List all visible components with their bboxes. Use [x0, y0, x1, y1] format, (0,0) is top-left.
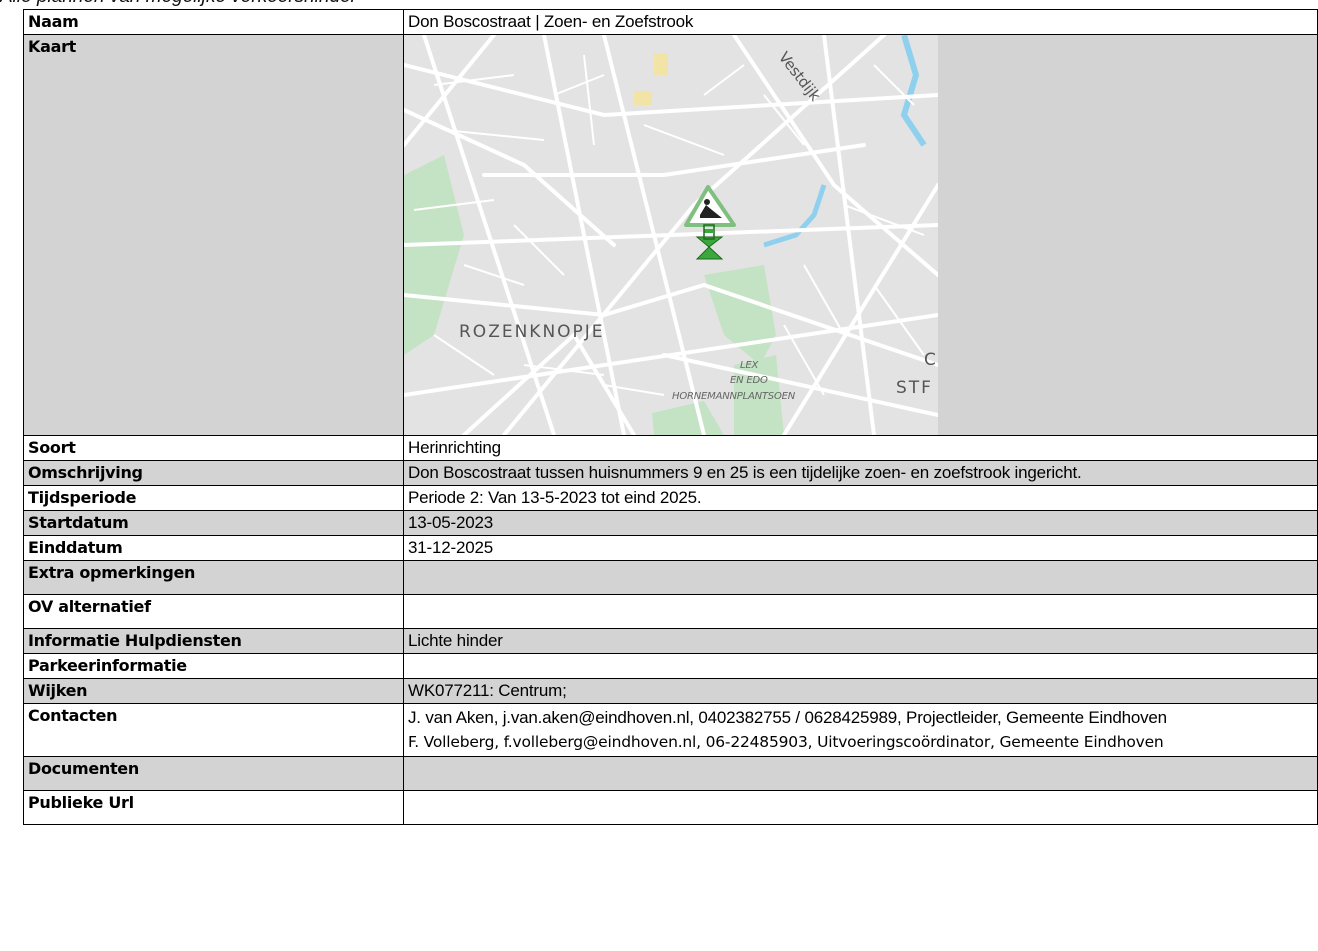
value-startdatum: 13-05-2023	[403, 510, 1318, 536]
value-documenten	[403, 756, 1318, 791]
value-omschrijving: Don Boscostraat tussen huisnummers 9 en …	[403, 460, 1318, 486]
value-publieke-url[interactable]	[403, 790, 1318, 825]
value-wijken: WK077211: Centrum;	[403, 678, 1318, 704]
value-naam: Don Boscostraat | Zoen- en Zoefstrook	[403, 9, 1318, 35]
value-ov-alternatief	[403, 594, 1318, 629]
row-wijken: Wijken WK077211: Centrum;	[23, 678, 1318, 704]
row-publieke-url: Publieke Url	[23, 790, 1318, 825]
label-ov-alternatief: OV alternatief	[23, 594, 404, 629]
label-naam: Naam	[23, 9, 404, 35]
row-omschrijving: Omschrijving Don Boscostraat tussen huis…	[23, 460, 1318, 486]
map-label-edge2: STF	[896, 378, 933, 398]
map-cell: Vestdijk ROZENKNOPJE LEX EN EDO HORNEMAN…	[403, 34, 1318, 436]
label-documenten: Documenten	[23, 756, 404, 791]
value-extra-opmerkingen	[403, 560, 1318, 595]
row-soort: Soort Herinrichting	[23, 435, 1318, 461]
value-informatie-hulpdiensten: Lichte hinder	[403, 628, 1318, 654]
label-einddatum: Einddatum	[23, 535, 404, 561]
info-table: Naam Don Boscostraat | Zoen- en Zoefstro…	[23, 9, 1318, 825]
label-startdatum: Startdatum	[23, 510, 404, 536]
row-naam: Naam Don Boscostraat | Zoen- en Zoefstro…	[23, 9, 1318, 35]
value-einddatum: 31-12-2025	[403, 535, 1318, 561]
label-wijken: Wijken	[23, 678, 404, 704]
row-parkeerinformatie: Parkeerinformatie	[23, 653, 1318, 679]
label-extra-opmerkingen: Extra opmerkingen	[23, 560, 404, 595]
row-extra-opmerkingen: Extra opmerkingen	[23, 560, 1318, 595]
row-ov-alternatief: OV alternatief	[23, 594, 1318, 629]
label-omschrijving: Omschrijving	[23, 460, 404, 486]
label-parkeerinformatie: Parkeerinformatie	[23, 653, 404, 679]
row-tijdsperiode: Tijdsperiode Periode 2: Van 13-5-2023 to…	[23, 485, 1318, 511]
value-contacten: J. van Aken, j.van.aken@eindhoven.nl, 04…	[403, 703, 1318, 757]
value-parkeerinformatie	[403, 653, 1318, 679]
label-tijdsperiode: Tijdsperiode	[23, 485, 404, 511]
row-startdatum: Startdatum 13-05-2023	[23, 510, 1318, 536]
label-publieke-url: Publieke Url	[23, 790, 404, 825]
label-contacten: Contacten	[23, 703, 404, 757]
map-label-park3: HORNEMANNPLANTSOEN	[672, 391, 796, 402]
map-label-district: ROZENKNOPJE	[459, 322, 605, 342]
map-label-edge1: C	[924, 350, 936, 370]
label-kaart: Kaart	[23, 34, 404, 436]
contact-1: J. van Aken, j.van.aken@eindhoven.nl, 04…	[408, 708, 1167, 727]
map-label-park1: LEX	[740, 360, 759, 371]
row-contacten: Contacten J. van Aken, j.van.aken@eindho…	[23, 703, 1318, 757]
label-soort: Soort	[23, 435, 404, 461]
page-title: Alle plannen van mogelijke verkeershinde…	[0, 0, 357, 8]
row-einddatum: Einddatum 31-12-2025	[23, 535, 1318, 561]
label-informatie-hulpdiensten: Informatie Hulpdiensten	[23, 628, 404, 654]
row-informatie-hulpdiensten: Informatie Hulpdiensten Lichte hinder	[23, 628, 1318, 654]
map-label-park2: EN EDO	[730, 375, 768, 386]
value-tijdsperiode: Periode 2: Van 13-5-2023 tot eind 2025.	[403, 485, 1318, 511]
map[interactable]: Vestdijk ROZENKNOPJE LEX EN EDO HORNEMAN…	[404, 35, 938, 435]
value-soort: Herinrichting	[403, 435, 1318, 461]
row-documenten: Documenten	[23, 756, 1318, 791]
contact-2: F. Volleberg, f.volleberg@eindhoven.nl, …	[408, 733, 1164, 751]
row-kaart: Kaart Vestdijk ROZENKNOPJE LEX EN EDO HO…	[23, 34, 1318, 436]
